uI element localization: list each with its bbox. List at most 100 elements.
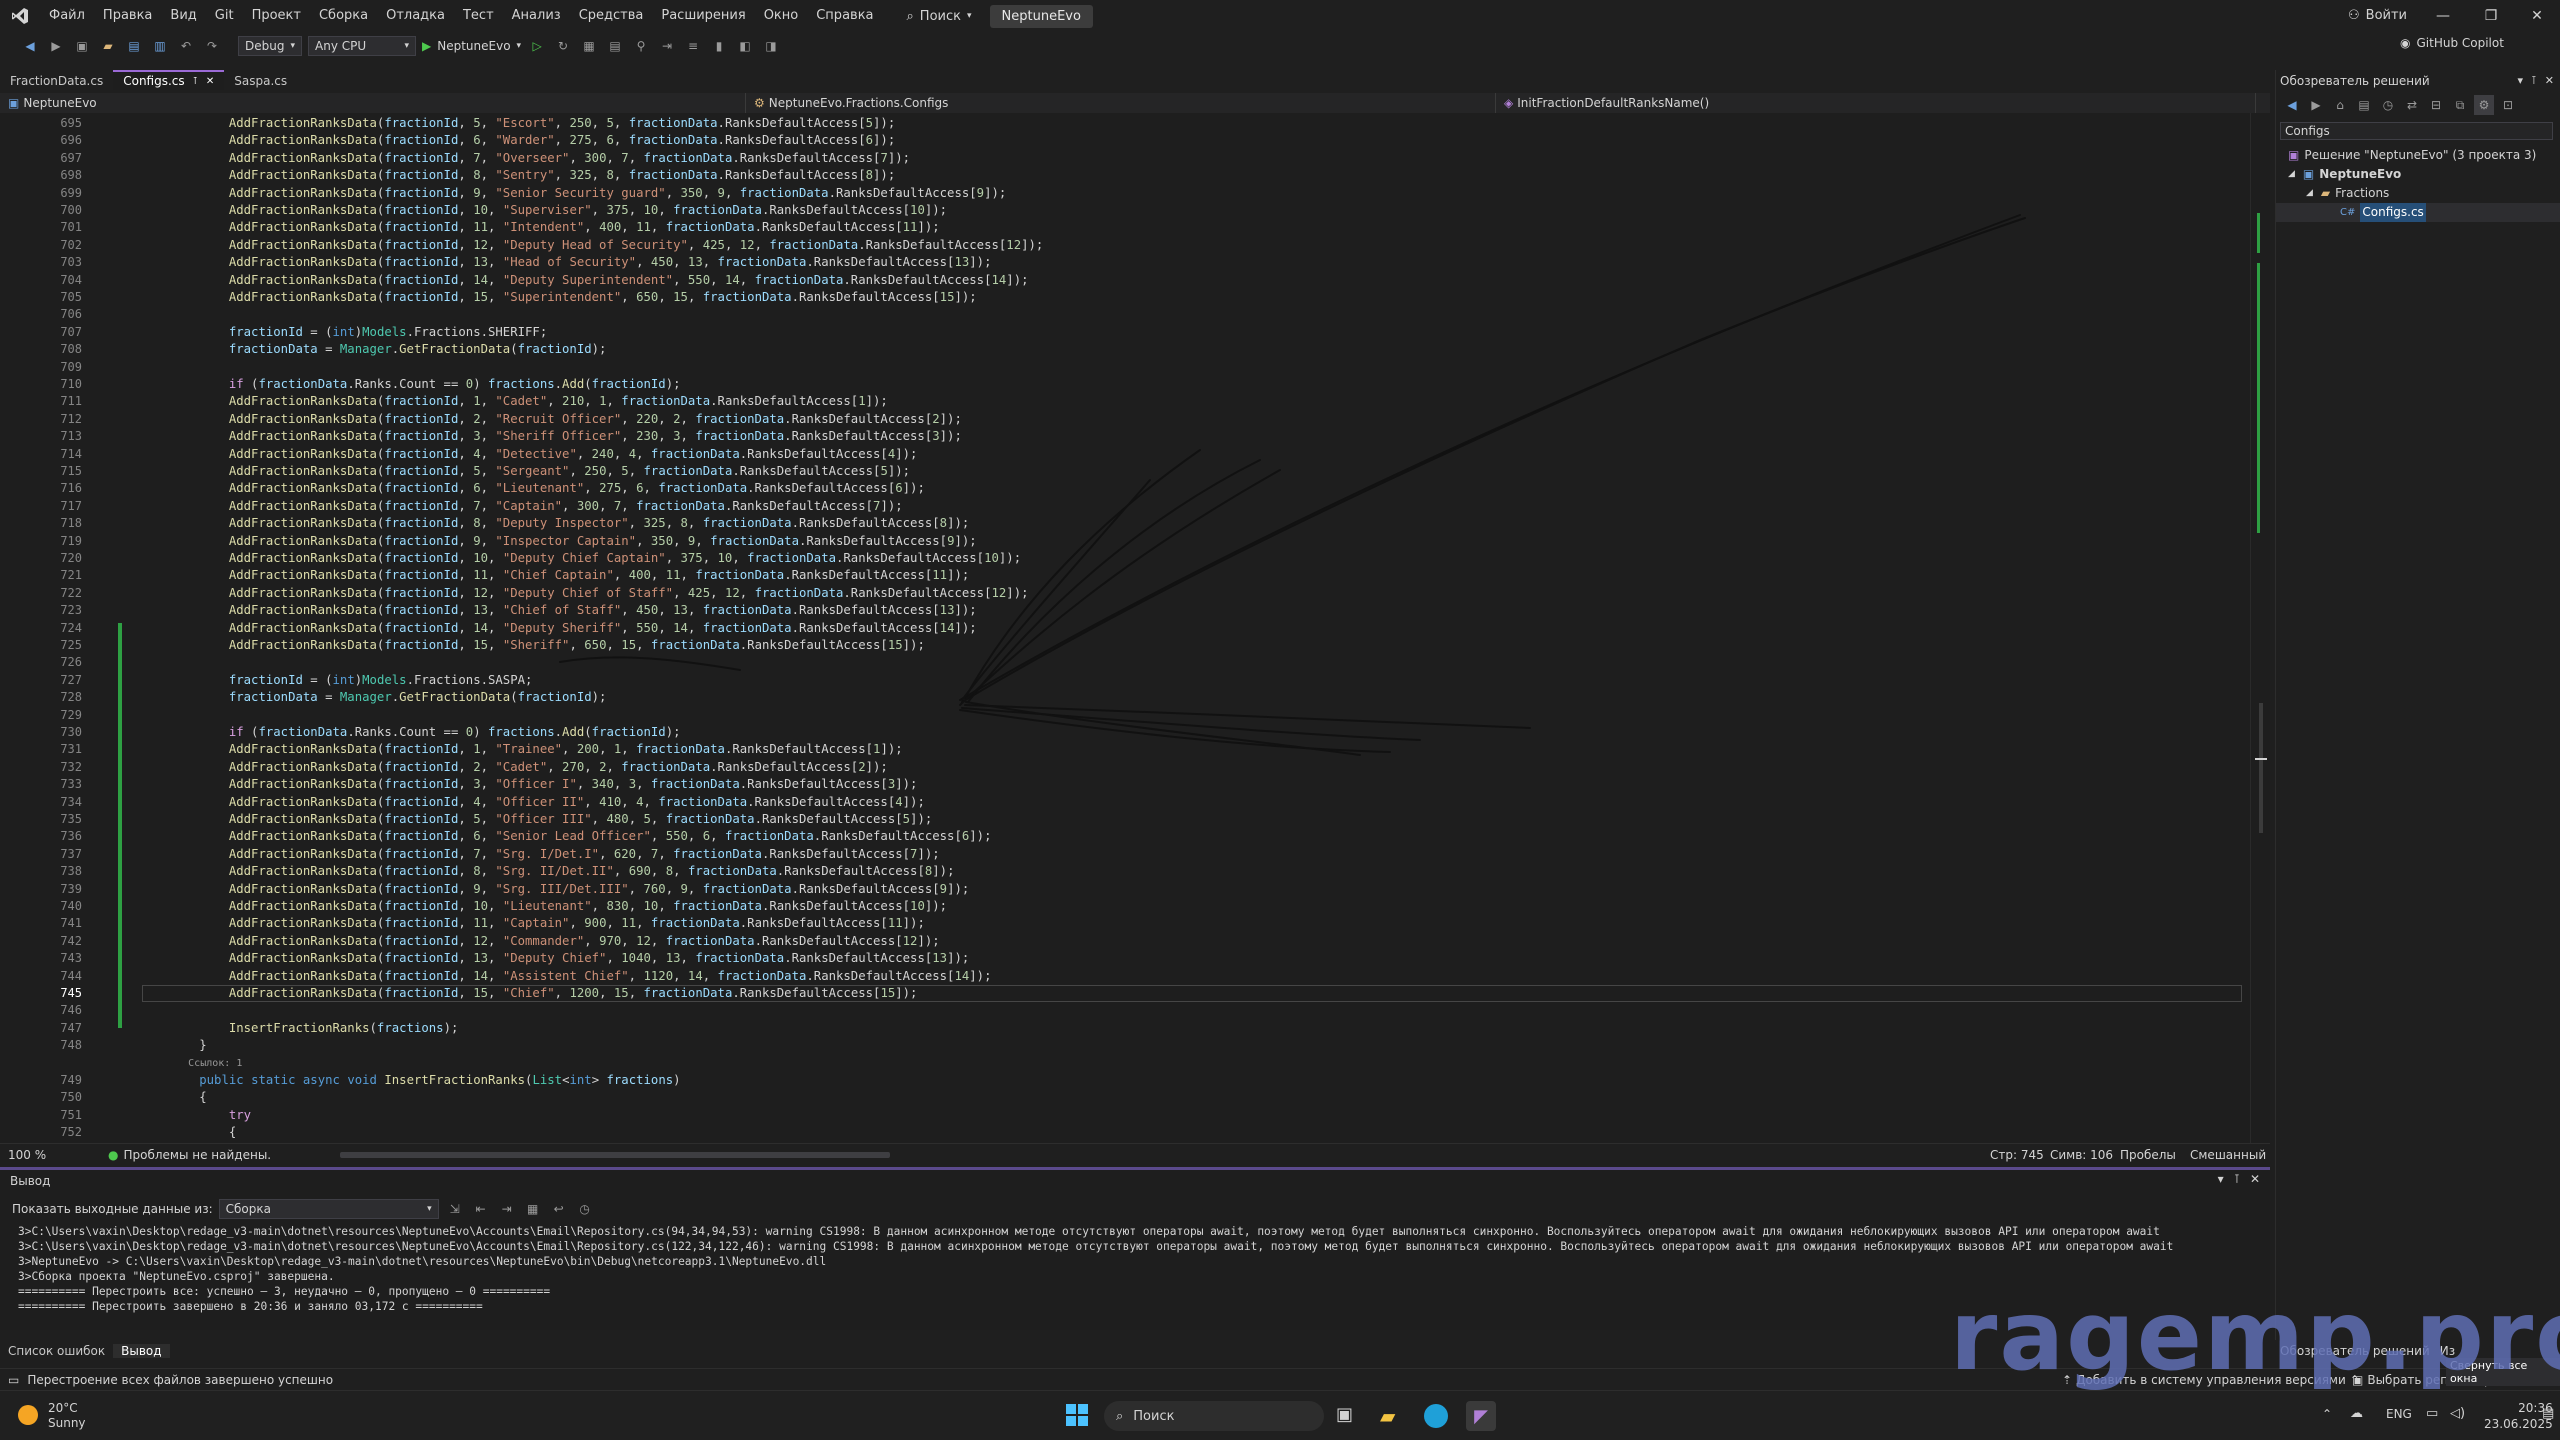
menu-item-4[interactable]: Проект [243,0,310,32]
code-line[interactable]: AddFractionRanksData(fractionId, 12, "De… [140,237,1043,254]
attach-icon[interactable]: ⚲ [631,36,651,56]
se-menu-icon[interactable]: ▾ [2518,74,2524,87]
code-line[interactable]: AddFractionRanksData(fractionId, 1, "Cad… [140,393,888,410]
notification-center-icon[interactable]: ▤ [2542,1406,2554,1421]
timestamp-icon[interactable]: ◷ [575,1199,595,1219]
se-collapse-icon[interactable]: ⊟ [2426,95,2446,115]
member-dropdown[interactable]: ◈ InitFractionDefaultRanksName() [1496,93,2256,113]
comment-icon[interactable]: ≡ [683,36,703,56]
code-line[interactable]: AddFractionRanksData(fractionId, 6, "Lie… [140,480,925,497]
task-view-icon[interactable]: ▣ [1336,1404,1360,1428]
code-line[interactable]: InsertFractionRanks(fractions); [140,1020,459,1037]
code-line[interactable]: AddFractionRanksData(fractionId, 9, "Srg… [140,881,969,898]
code-line[interactable]: AddFractionRanksData(fractionId, 5, "Esc… [140,115,895,132]
tree-item-project[interactable]: ◢ ▣ NeptuneEvo [2276,165,2560,184]
pane-menu-icon[interactable]: ▾ [2218,1172,2224,1186]
tray-chevron-icon[interactable]: ⌃ [2322,1407,2332,1421]
bookmark-next-icon[interactable]: ◨ [761,36,781,56]
save-all-icon[interactable]: ▥ [150,36,170,56]
github-copilot-button[interactable]: ◉ GitHub Copilot [2400,36,2504,50]
forward-icon[interactable]: ▶ [46,36,66,56]
code-line[interactable]: fractionData = Manager.GetFractionData(f… [140,341,607,358]
open-file-icon[interactable]: ▰ [98,36,118,56]
save-icon[interactable]: ▤ [124,36,144,56]
problems-label[interactable]: Проблемы не найдены. [123,1148,271,1162]
pin-tab-icon[interactable]: ⊺ [193,76,198,87]
signin-button[interactable]: ⚇ Войти [2348,0,2407,32]
tree-item-folder[interactable]: ◢ ▰ Fractions [2276,184,2560,203]
document-tab[interactable]: Configs.cs ⊺ ✕ [113,70,225,90]
se-preview-icon[interactable]: ⊡ [2498,95,2518,115]
menu-item-5[interactable]: Сборка [310,0,377,32]
code-line[interactable]: AddFractionRanksData(fractionId, 7, "Srg… [140,846,940,863]
menu-item-10[interactable]: Расширения [652,0,754,32]
code-line[interactable]: AddFractionRanksData(fractionId, 3, "Off… [140,776,918,793]
output-source-select[interactable]: Сборка ▾ [218,1199,439,1219]
tab-solution-explorer[interactable]: Обозреватель решений [2280,1344,2430,1358]
bookmark-prev-icon[interactable]: ◧ [735,36,755,56]
menu-item-12[interactable]: Справка [807,0,882,32]
code-line[interactable]: AddFractionRanksData(fractionId, 13, "De… [140,950,969,967]
horizontal-scrollbar[interactable] [340,1152,890,1158]
close-window-button[interactable]: ✕ [2514,0,2560,32]
se-show-all-icon[interactable]: ⧉ [2450,95,2470,115]
code-line[interactable]: AddFractionRanksData(fractionId, 12, "Co… [140,933,940,950]
code-line[interactable]: AddFractionRanksData(fractionId, 2, "Rec… [140,411,962,428]
se-sync-icon[interactable]: ⇄ [2402,95,2422,115]
class-dropdown[interactable]: ⚙ NeptuneEvo.Fractions.Configs [746,93,1496,113]
close-pane-icon[interactable]: ✕ [2250,1172,2260,1186]
code-line[interactable]: Ссылок: 1 [140,1055,242,1072]
tree-item-solution[interactable]: ▣ Решение "NeptuneEvo" (3 проекта 3) [2276,146,2560,165]
document-tab[interactable]: FractionData.cs [0,70,113,90]
redo-icon[interactable]: ↷ [202,36,222,56]
code-line[interactable]: fractionData = Manager.GetFractionData(f… [140,689,607,706]
start-without-debugging-icon[interactable]: ▷ [527,36,547,56]
menu-item-0[interactable]: Файл [40,0,94,32]
code-line[interactable]: } [140,1037,206,1054]
code-line[interactable]: AddFractionRanksData(fractionId, 5, "Ser… [140,463,910,480]
weather-widget[interactable]: 20°C Sunny [48,1401,86,1431]
menu-item-7[interactable]: Тест [454,0,503,32]
tree-item-file[interactable]: C# Configs.cs [2276,203,2560,222]
code-line[interactable]: { [140,1124,236,1141]
code-line[interactable]: AddFractionRanksData(fractionId, 10, "De… [140,550,1021,567]
se-home-icon[interactable]: ⌂ [2330,95,2350,115]
close-tab-icon[interactable]: ✕ [206,76,214,87]
se-pin-icon[interactable]: ⊺ [2531,74,2537,87]
code-line[interactable]: public static async void InsertFractionR… [140,1072,680,1089]
code-line[interactable]: fractionId = (int)Models.Fractions.SASPA… [140,672,533,689]
find-message-icon[interactable]: ⇲ [445,1199,465,1219]
language-indicator[interactable]: ENG [2386,1407,2412,1421]
tab-output[interactable]: Вывод [113,1344,170,1358]
prev-message-icon[interactable]: ⇤ [471,1199,491,1219]
menu-item-2[interactable]: Вид [161,0,205,32]
se-back-icon[interactable]: ◀ [2282,95,2302,115]
code-line[interactable]: AddFractionRanksData(fractionId, 6, "Sen… [140,828,992,845]
menu-item-9[interactable]: Средства [570,0,653,32]
code-line[interactable]: AddFractionRanksData(fractionId, 8, "Dep… [140,515,969,532]
code-line[interactable]: AddFractionRanksData(fractionId, 13, "Ch… [140,602,977,619]
visual-studio-logo-icon[interactable] [0,0,40,32]
code-line[interactable]: AddFractionRanksData(fractionId, 15, "Su… [140,289,977,306]
code-line[interactable]: AddFractionRanksData(fractionId, 4, "Det… [140,446,918,463]
code-line[interactable]: if (fractionData.Ranks.Count == 0) fract… [140,376,681,393]
code-line[interactable]: AddFractionRanksData(fractionId, 12, "De… [140,585,1029,602]
code-line[interactable]: AddFractionRanksData(fractionId, 10, "Su… [140,202,947,219]
code-line[interactable]: AddFractionRanksData(fractionId, 14, "De… [140,272,1029,289]
code-line[interactable]: AddFractionRanksData(fractionId, 7, "Cap… [140,498,903,515]
code-line[interactable]: AddFractionRanksData(fractionId, 5, "Off… [140,811,932,828]
editor-vertical-scrollbar[interactable] [2250,113,2270,1143]
add-to-source-control-button[interactable]: ⇡ Добавить в систему управления версиями… [2062,1373,2360,1387]
zoom-select[interactable]: 100 % [8,1148,68,1162]
code-line[interactable]: if (fractionData.Ranks.Count == 0) fract… [140,724,681,741]
code-line[interactable]: AddFractionRanksData(fractionId, 14, "De… [140,620,977,637]
search-button[interactable]: ⌕ Поиск ▾ [897,9,982,24]
start-button[interactable] [1066,1404,1088,1426]
code-line[interactable]: AddFractionRanksData(fractionId, 3, "She… [140,428,962,445]
code-line[interactable]: fractionId = (int)Models.Fractions.SHERI… [140,324,547,341]
document-tab[interactable]: Saspa.cs [224,70,297,90]
se-switch-views-icon[interactable]: ▤ [2354,95,2374,115]
code-line[interactable]: AddFractionRanksData(fractionId, 9, "Ins… [140,533,977,550]
solution-search-input[interactable]: Configs [2280,122,2553,140]
hot-reload-icon[interactable]: ↻ [553,36,573,56]
